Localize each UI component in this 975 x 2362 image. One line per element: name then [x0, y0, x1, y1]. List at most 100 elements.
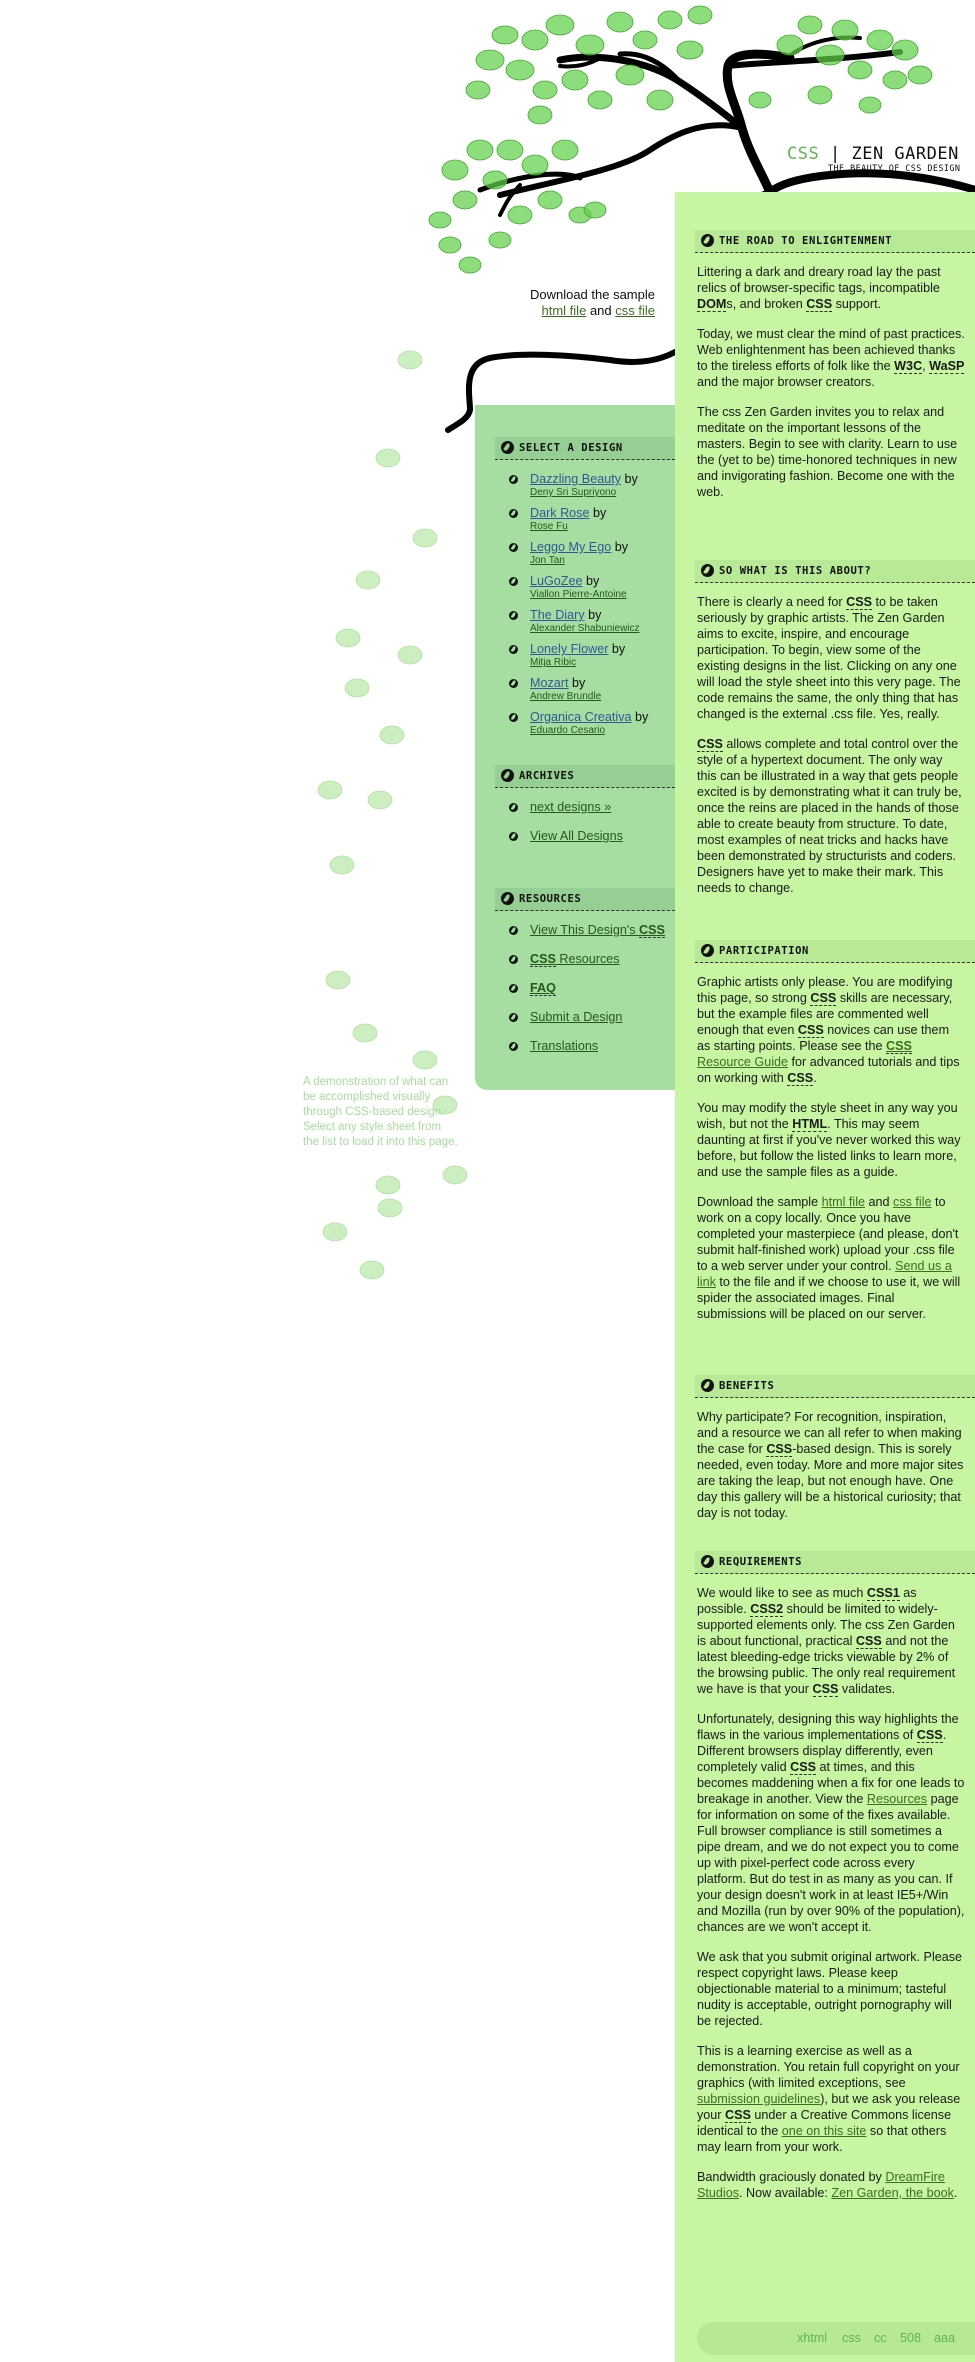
design-list-item: Lonely Flower by Mitja Ribic [495, 642, 675, 669]
section-title: Requirements [695, 1551, 975, 1574]
author-link[interactable]: Deny Sri Supriyono [530, 487, 616, 498]
abbr-css: CSS [810, 991, 837, 1006]
design-link[interactable]: The Diary [530, 608, 585, 622]
paragraph: We would like to see as much CSS1 as pos… [697, 1586, 956, 1697]
abbr-css2: CSS2 [750, 1602, 784, 1617]
section-title: The Road to Enlightenment [695, 230, 975, 253]
design-by: by [588, 608, 602, 622]
submission-guidelines-link[interactable]: submission guidelines [697, 2092, 820, 2106]
design-list-item: Mozart by Andrew Brundle [495, 676, 675, 703]
footer: xhtml css cc 508 aaa [697, 2322, 975, 2355]
author-link[interactable]: Rose Fu [530, 521, 568, 532]
book-link[interactable]: Zen Garden, the book [831, 2186, 954, 2200]
design-list-item: The Diary by Alexander Shabuniewicz [495, 608, 675, 635]
sidebar-title-text: Resources [519, 893, 582, 905]
sidebar-title: Resources [495, 888, 675, 911]
design-list-item: Dark Rose by Rose Fu [495, 506, 675, 533]
bullet-leaf-icon [509, 1013, 518, 1022]
design-by: by [593, 506, 607, 520]
abbr-css: CSS [725, 2108, 751, 2123]
design-link[interactable]: Lonely Flower [530, 642, 608, 656]
design-link[interactable]: Dark Rose [530, 506, 590, 520]
list-item: View All Designs [495, 829, 675, 843]
abbr-css: CSS [697, 737, 723, 752]
design-list-item: LuGoZee by Viallon Pierre-Antoine [495, 574, 675, 601]
author-link[interactable]: Andrew Brundle [530, 691, 601, 702]
main-content: The Road to Enlightenment Littering a da… [675, 192, 975, 2362]
author-link[interactable]: Mitja Ribic [530, 657, 576, 668]
view-design-css-link[interactable]: View This Design's CSS [530, 923, 665, 938]
bullet-leaf-icon [509, 577, 518, 586]
download-and: and [589, 303, 612, 318]
footer-link-xhtml[interactable]: xhtml [797, 2331, 827, 2345]
submit-design-link[interactable]: Submit a Design [530, 1010, 622, 1024]
section-title-text: The Road to Enlightenment [719, 235, 893, 247]
leaf-icon [701, 234, 714, 247]
section-participation: Participation Graphic artists only pleas… [675, 940, 975, 1336]
license-link[interactable]: one on this site [782, 2124, 867, 2138]
bullet-leaf-icon [509, 926, 518, 935]
design-link[interactable]: Dazzling Beauty [530, 472, 621, 486]
design-by: by [624, 472, 638, 486]
abbr-css: CSS [790, 1760, 817, 1775]
site-title-zen-garden: ZEN GARDEN [851, 144, 959, 164]
faq-link[interactable]: FAQ [530, 981, 556, 996]
download-html-link[interactable]: html file [542, 303, 587, 318]
sidebar-title: Archives [495, 765, 675, 788]
footer-link-css[interactable]: css [842, 2331, 861, 2345]
translations-link[interactable]: Translations [530, 1039, 598, 1053]
section-road-to-enlightenment: The Road to Enlightenment Littering a da… [675, 230, 975, 514]
footer-link-cc[interactable]: cc [874, 2331, 887, 2345]
bullet-leaf-icon [509, 679, 518, 688]
list-item: Translations [495, 1039, 675, 1053]
leaf-icon [501, 892, 514, 905]
download-css-link[interactable]: css file [615, 303, 655, 318]
next-designs-link[interactable]: next designs » [530, 800, 611, 814]
section-title-text: Requirements [719, 1556, 803, 1568]
design-by: by [611, 642, 626, 656]
design-by: by [635, 710, 649, 724]
resources-link[interactable]: Resources [867, 1792, 927, 1806]
bullet-leaf-icon [509, 645, 518, 654]
paragraph: Unfortunately, designing this way highli… [697, 1712, 965, 1934]
abbr-css: CSS [787, 1071, 814, 1086]
list-item: CSS Resources [495, 952, 675, 967]
footer-link-aaa[interactable]: aaa [934, 2331, 955, 2345]
html-file-link[interactable]: html file [822, 1195, 865, 1209]
design-link[interactable]: LuGoZee [530, 574, 583, 588]
design-by: by [572, 676, 586, 690]
author-link[interactable]: Alexander Shabuniewicz [530, 623, 640, 634]
author-link[interactable]: Jon Tan [530, 555, 565, 566]
archives-section: Archives next designs » View All Designs [495, 765, 675, 858]
abbr-css: CSS [766, 1442, 793, 1457]
author-link[interactable]: Eduardo Cesario [530, 725, 605, 736]
design-link[interactable]: Organica Creativa [530, 710, 632, 724]
design-author: Eduardo Cesario [530, 725, 675, 737]
abbr-css: CSS [916, 1728, 943, 1743]
css-resources-link[interactable]: CSS Resources [530, 952, 620, 967]
view-all-designs-link[interactable]: View All Designs [530, 829, 623, 843]
css-file-link[interactable]: css file [893, 1195, 932, 1209]
paragraph: Littering a dark and dreary road lay the… [697, 265, 941, 312]
sidebar-title-text: Archives [519, 770, 575, 782]
bullet-leaf-icon [509, 475, 518, 484]
design-link[interactable]: Leggo My Ego [530, 540, 611, 554]
abbr-css: CSS [812, 1682, 839, 1697]
bullet-leaf-icon [509, 713, 518, 722]
section-benefits: Benefits Why participate? For recognitio… [675, 1375, 975, 1535]
abbr-css: CSS [806, 297, 833, 312]
paragraph: Why participate? For recognition, inspir… [697, 1410, 964, 1520]
section-title: Participation [695, 940, 975, 963]
abbr-dom: DOM [697, 297, 727, 312]
author-link[interactable]: Viallon Pierre-Antoine [530, 589, 627, 600]
design-author: Viallon Pierre-Antoine [530, 589, 675, 601]
leaf-icon [701, 1379, 714, 1392]
download-label: Download the sample [529, 287, 655, 302]
abbr-css: CSS [855, 1634, 882, 1649]
footer-link-508[interactable]: 508 [900, 2331, 921, 2345]
design-link[interactable]: Mozart [530, 676, 569, 690]
design-list-item: Leggo My Ego by Jon Tan [495, 540, 675, 567]
design-author: Alexander Shabuniewicz [530, 623, 675, 635]
leaf-icon [701, 1555, 714, 1568]
bullet-leaf-icon [509, 955, 518, 964]
